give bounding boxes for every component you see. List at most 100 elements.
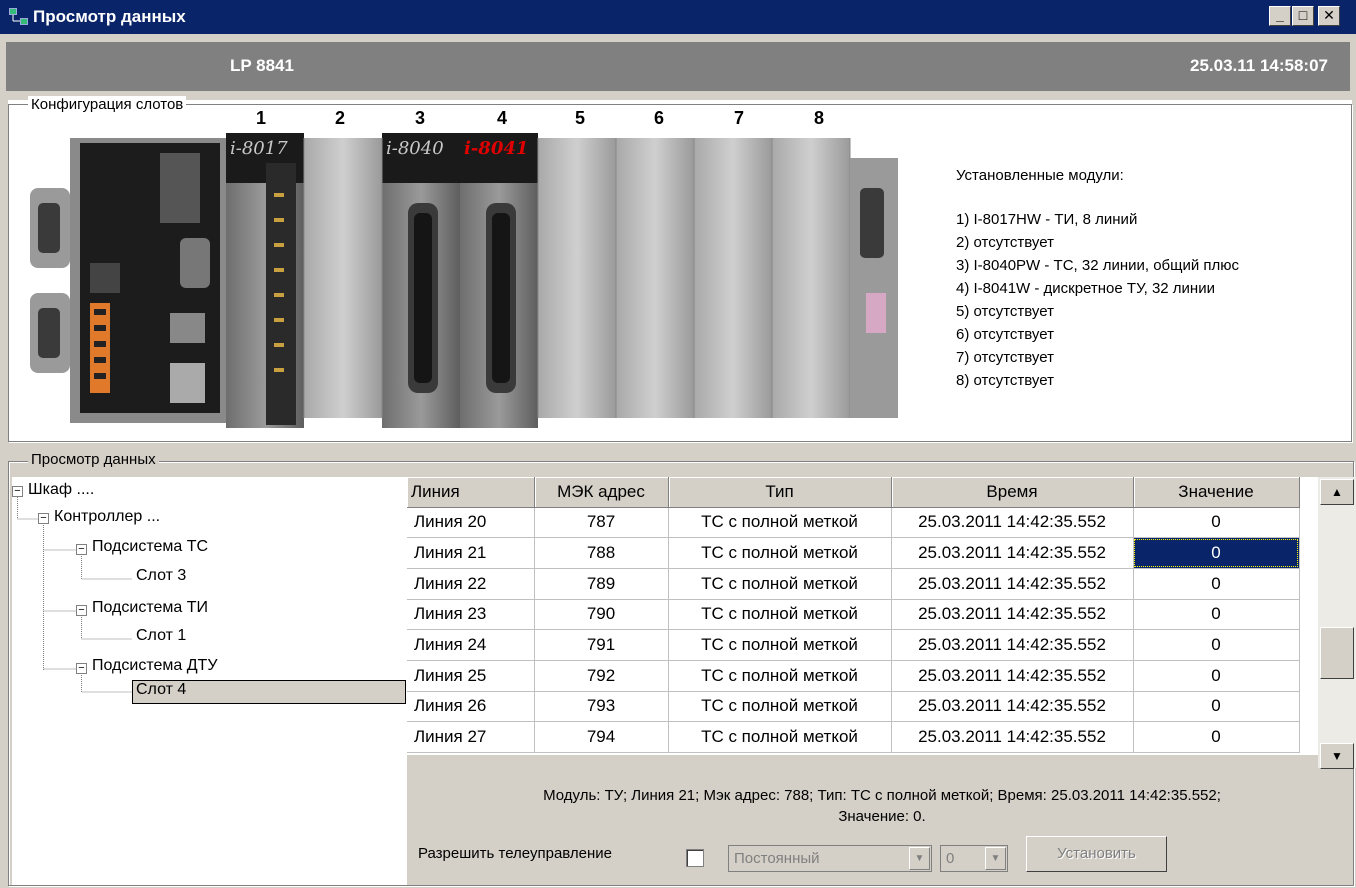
installed-module-item: 1) I-8017HW - ТИ, 8 линий (956, 211, 1138, 228)
column-header-iec-address[interactable]: МЭК адрес (534, 477, 669, 508)
table-row[interactable]: Линия 20 787 ТС с полной меткой 25.03.20… (407, 507, 1300, 539)
tree-node-slot-4[interactable]: Слот 4 (132, 680, 406, 704)
chevron-down-icon[interactable]: ▼ (909, 847, 930, 870)
cell-line[interactable]: Линия 24 (407, 629, 535, 661)
cell-value[interactable]: 0 (1133, 660, 1300, 692)
table-header-row: Линия МЭК адрес Тип Время Значение (407, 477, 1300, 508)
installed-module-item: 8) отсутствует (956, 372, 1054, 389)
column-header-time[interactable]: Время (891, 477, 1134, 508)
cell-iec-address[interactable]: 794 (534, 721, 669, 753)
scroll-thumb[interactable] (1320, 627, 1354, 679)
cell-value[interactable]: 0 (1133, 629, 1300, 661)
cell-iec-address[interactable]: 791 (534, 629, 669, 661)
window-title: Просмотр данных (33, 7, 186, 26)
cell-type[interactable]: ТС с полной меткой (668, 660, 892, 692)
installed-module-item: 6) отсутствует (956, 326, 1054, 343)
slots-group-label: Конфигурация слотов (28, 96, 187, 113)
table-row[interactable]: Линия 21 788 ТС с полной меткой 25.03.20… (407, 537, 1300, 569)
cell-iec-address[interactable]: 787 (534, 507, 669, 539)
installed-module-item: 3) I-8040PW - ТС, 32 линии, общий плюс (956, 257, 1240, 274)
scroll-up-button[interactable]: ▲ (1320, 479, 1354, 505)
module-badge-slot3: i-8040 (386, 138, 444, 159)
cell-iec-address[interactable]: 790 (534, 599, 669, 631)
slot-number-8: 8 (814, 108, 825, 128)
grid-scrollbar[interactable]: ▲ ▼ (1318, 477, 1356, 769)
set-button[interactable]: Установить (1026, 836, 1167, 872)
scroll-down-button[interactable]: ▼ (1320, 743, 1354, 769)
slot-number-4: 4 (497, 108, 508, 128)
value-select-value: 0 (946, 850, 955, 867)
table-row[interactable]: Линия 26 793 ТС с полной меткой 25.03.20… (407, 691, 1300, 723)
maximize-button[interactable]: □ (1292, 6, 1314, 26)
cell-value[interactable]: 0 (1133, 568, 1300, 600)
close-button[interactable]: ✕ (1318, 6, 1340, 26)
mode-select[interactable]: Постоянный ▼ (728, 845, 932, 872)
data-grid[interactable]: Линия МЭК адрес Тип Время Значение Линия… (407, 477, 1318, 755)
cell-iec-address[interactable]: 789 (534, 568, 669, 600)
status-details: Модуль: ТУ; Линия 21; Мэк адрес: 788; Ти… (410, 785, 1354, 827)
slot-number-2: 2 (335, 108, 346, 128)
cell-time[interactable]: 25.03.2011 14:42:35.552 (891, 629, 1134, 661)
installed-module-item: 7) отсутствует (956, 349, 1054, 366)
cell-value[interactable]: 0 (1133, 507, 1300, 539)
cell-type[interactable]: ТС с полной меткой (668, 629, 892, 661)
cell-time[interactable]: 25.03.2011 14:42:35.552 (891, 537, 1134, 569)
app-icon (9, 8, 28, 25)
table-row[interactable]: Линия 22 789 ТС с полной меткой 25.03.20… (407, 568, 1300, 600)
cell-value[interactable]: 0 (1133, 599, 1300, 631)
cell-line[interactable]: Линия 26 (407, 691, 535, 723)
cell-type[interactable]: ТС с полной меткой (668, 568, 892, 600)
plc-controller-image (30, 133, 898, 428)
cell-type[interactable]: ТС с полной меткой (668, 507, 892, 539)
mode-select-value: Постоянный (734, 850, 820, 867)
cell-time[interactable]: 25.03.2011 14:42:35.552 (891, 599, 1134, 631)
column-header-line[interactable]: Линия (407, 477, 535, 508)
allow-remote-control-checkbox[interactable] (686, 849, 704, 867)
cell-time[interactable]: 25.03.2011 14:42:35.552 (891, 691, 1134, 723)
table-row[interactable]: Линия 24 791 ТС с полной меткой 25.03.20… (407, 629, 1300, 661)
slot-number-3: 3 (415, 108, 426, 128)
cell-line[interactable]: Линия 23 (407, 599, 535, 631)
cell-iec-address[interactable]: 788 (534, 537, 669, 569)
cell-iec-address[interactable]: 792 (534, 660, 669, 692)
chevron-down-icon[interactable]: ▼ (985, 847, 1006, 870)
device-name: LP 8841 (230, 56, 294, 75)
device-header: LP 8841 25.03.11 14:58:07 (6, 42, 1350, 91)
column-header-value[interactable]: Значение (1133, 477, 1300, 508)
cell-time[interactable]: 25.03.2011 14:42:35.552 (891, 507, 1134, 539)
cell-iec-address[interactable]: 793 (534, 691, 669, 723)
cell-value[interactable]: 0 (1133, 721, 1300, 753)
cell-type[interactable]: ТС с полной меткой (668, 691, 892, 723)
lines-table: Линия МЭК адрес Тип Время Значение Линия… (407, 477, 1300, 753)
value-select[interactable]: 0 ▼ (940, 845, 1008, 872)
cell-line[interactable]: Линия 27 (407, 721, 535, 753)
slot-number-7: 7 (734, 108, 745, 128)
minimize-button[interactable]: _ (1269, 6, 1291, 26)
status-line-1: Модуль: ТУ; Линия 21; Мэк адрес: 788; Ти… (543, 787, 1221, 804)
tree-view[interactable]: − Шкаф .... − Контроллер ... − Подсистем… (12, 477, 407, 885)
cell-line[interactable]: Линия 20 (407, 507, 535, 539)
column-header-type[interactable]: Тип (668, 477, 892, 508)
cell-time[interactable]: 25.03.2011 14:42:35.552 (891, 568, 1134, 600)
title-bar: Просмотр данных _ □ ✕ (0, 0, 1356, 34)
allow-remote-control-label: Разрешить телеуправление (418, 845, 613, 862)
module-badge-slot1: i-8017 (230, 138, 288, 159)
table-row[interactable]: Линия 23 790 ТС с полной меткой 25.03.20… (407, 599, 1300, 631)
cell-time[interactable]: 25.03.2011 14:42:35.552 (891, 660, 1134, 692)
cell-type[interactable]: ТС с полной меткой (668, 599, 892, 631)
cell-line[interactable]: Линия 22 (407, 568, 535, 600)
cell-time[interactable]: 25.03.2011 14:42:35.552 (891, 721, 1134, 753)
slot-number-6: 6 (654, 108, 665, 128)
tree-node-slot-1[interactable]: Слот 1 (136, 627, 186, 645)
status-line-2: Значение: 0. (838, 808, 926, 825)
cell-line[interactable]: Линия 25 (407, 660, 535, 692)
cell-value[interactable]: 0 (1133, 691, 1300, 723)
table-row[interactable]: Линия 25 792 ТС с полной меткой 25.03.20… (407, 660, 1300, 692)
table-row[interactable]: Линия 27 794 ТС с полной меткой 25.03.20… (407, 721, 1300, 753)
cell-type[interactable]: ТС с полной меткой (668, 721, 892, 753)
cell-value-selected[interactable]: 0 (1133, 537, 1300, 569)
cell-type[interactable]: ТС с полной меткой (668, 537, 892, 569)
module-badge-slot4: i-8041 (464, 138, 529, 159)
cell-line[interactable]: Линия 21 (407, 537, 535, 569)
tree-node-slot-3[interactable]: Слот 3 (136, 567, 186, 585)
